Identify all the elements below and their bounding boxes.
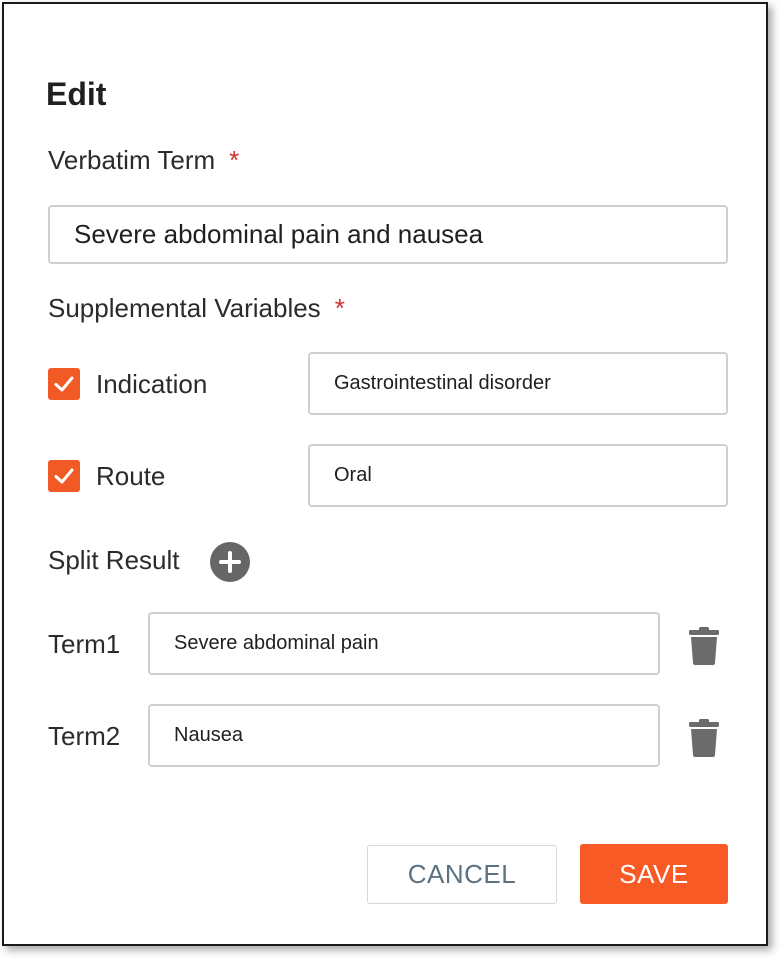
term2-input[interactable]: Nausea bbox=[148, 704, 660, 767]
indication-input[interactable]: Gastrointestinal disorder bbox=[308, 352, 728, 415]
required-mark: * bbox=[334, 293, 345, 323]
indication-label: Indication bbox=[96, 369, 208, 399]
term1-input[interactable]: Severe abdominal pain bbox=[148, 612, 660, 675]
check-icon bbox=[54, 376, 74, 392]
term2-value: Nausea bbox=[174, 724, 243, 746]
save-button[interactable]: SAVE bbox=[580, 844, 728, 904]
supplemental-variables-label-row: Supplemental Variables * bbox=[48, 293, 345, 324]
split-result-label: Split Result bbox=[48, 545, 180, 575]
term1-label: Term1 bbox=[48, 629, 121, 659]
delete-term2-trash-icon[interactable] bbox=[689, 719, 719, 757]
cancel-button[interactable]: CANCEL bbox=[367, 845, 557, 904]
indication-checkbox[interactable] bbox=[48, 368, 80, 400]
verbatim-term-value: Severe abdominal pain and nausea bbox=[74, 219, 484, 249]
verbatim-term-label-row: Verbatim Term * bbox=[48, 145, 239, 176]
indication-value: Gastrointestinal disorder bbox=[334, 372, 551, 394]
route-label: Route bbox=[96, 461, 166, 491]
check-icon bbox=[54, 468, 74, 484]
dialog-title: Edit bbox=[46, 76, 107, 112]
supplemental-variables-label: Supplemental Variables bbox=[48, 293, 321, 323]
plus-icon bbox=[219, 551, 241, 573]
term2-label: Term2 bbox=[48, 721, 121, 751]
verbatim-term-label: Verbatim Term bbox=[48, 145, 216, 175]
add-term-button[interactable] bbox=[210, 542, 250, 582]
route-value: Oral bbox=[334, 464, 372, 486]
route-checkbox[interactable] bbox=[48, 460, 80, 492]
route-input[interactable]: Oral bbox=[308, 444, 728, 507]
verbatim-term-input[interactable]: Severe abdominal pain and nausea bbox=[48, 205, 728, 264]
required-mark: * bbox=[229, 145, 240, 175]
delete-term1-trash-icon[interactable] bbox=[689, 627, 719, 665]
term1-value: Severe abdominal pain bbox=[174, 632, 379, 654]
